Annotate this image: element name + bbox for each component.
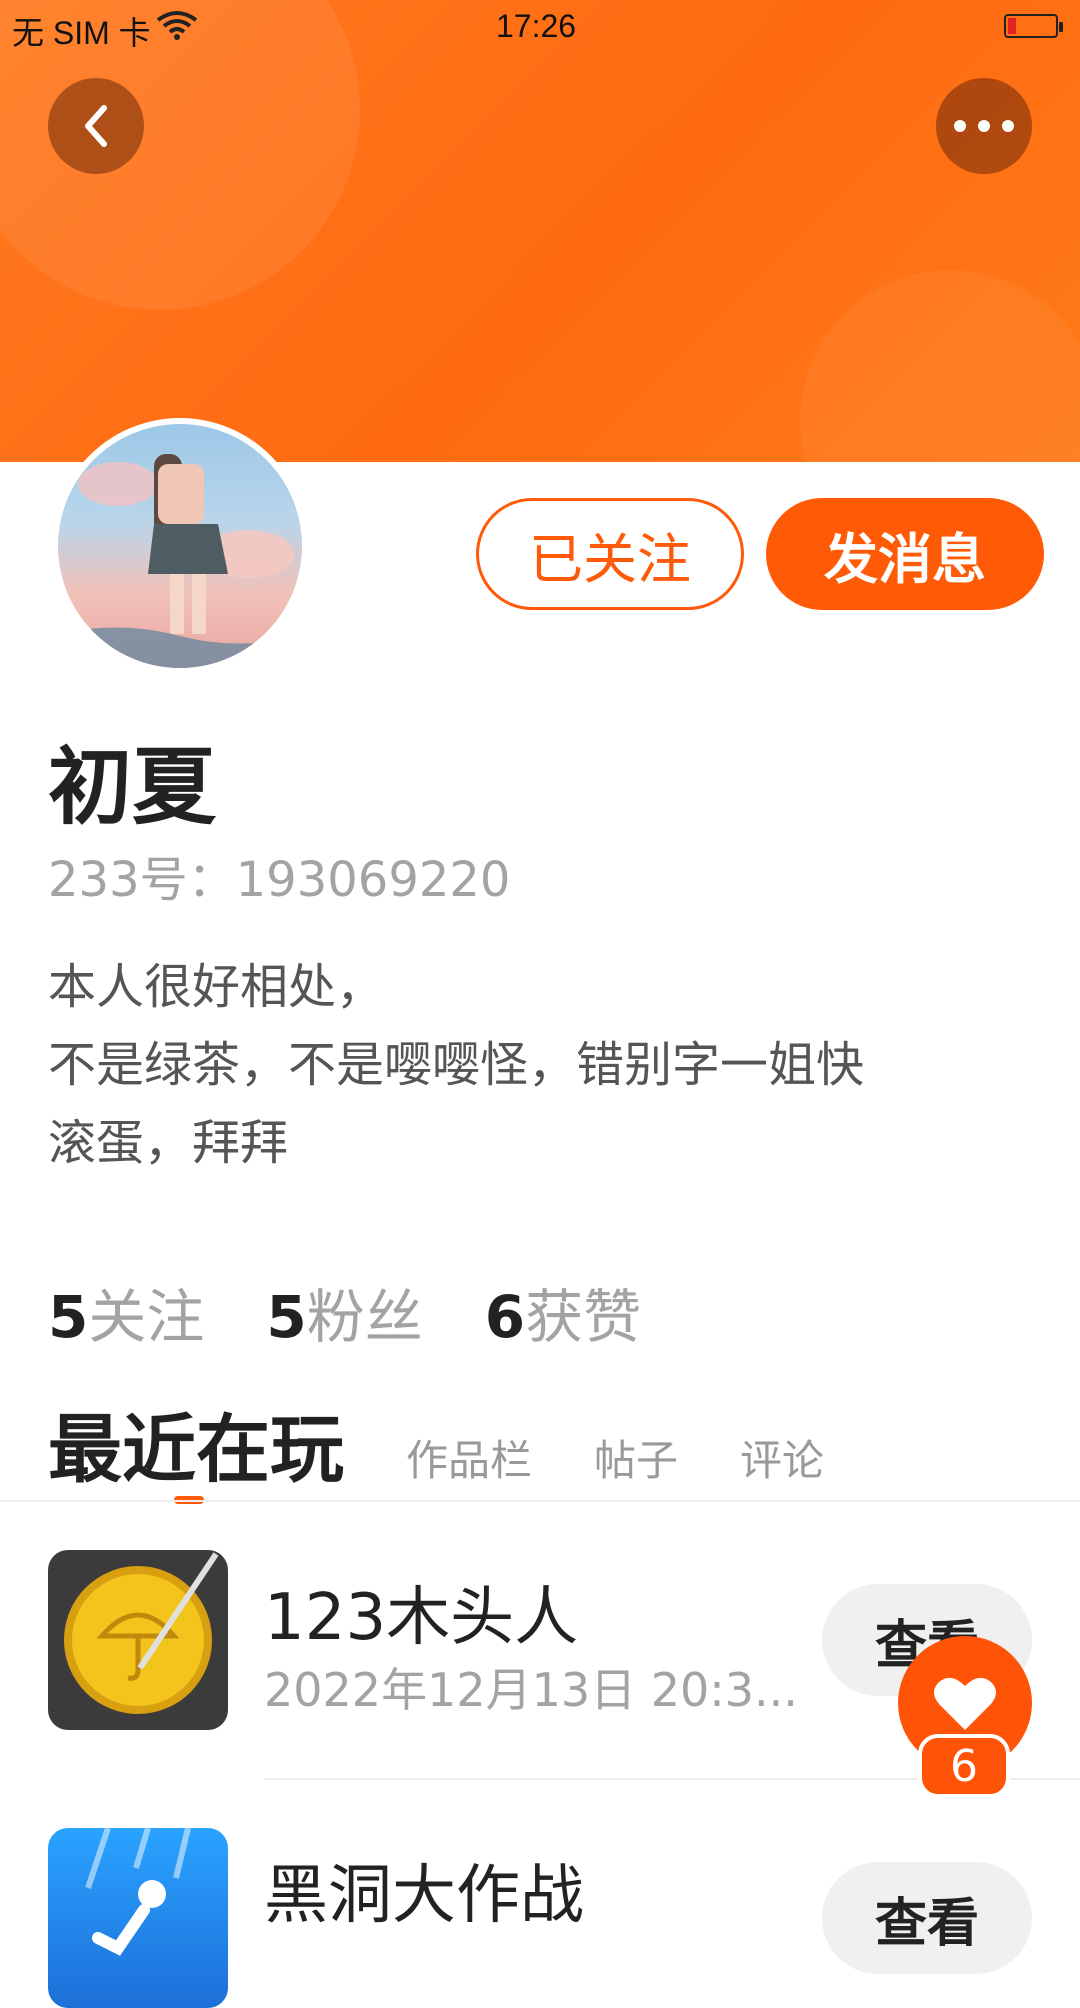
more-horizontal-icon [954,120,1014,132]
heart-icon [934,1677,996,1730]
profile-name: 初夏 [48,738,217,836]
game-icon [48,1550,228,1730]
avatar-image [58,424,302,668]
tab-works[interactable]: 作品栏 [406,1427,532,1488]
game-title: 123木头人 [264,1581,579,1655]
tab-posts[interactable]: 帖子 [594,1427,678,1488]
stat-followers[interactable]: 5粉丝 [266,1270,422,1354]
like-count-badge: 6 [918,1734,1010,1798]
profile-bio: 本人很好相处， 不是绿茶，不是嘤嘤怪，错别字一姐快 滚蛋，拜拜 [48,948,1038,1182]
avatar[interactable] [52,418,308,674]
tab-comments[interactable]: 评论 [740,1427,824,1488]
stat-following[interactable]: 5关注 [48,1270,204,1354]
clock: 17:26 [496,8,577,44]
stat-label: 粉丝 [306,1283,423,1351]
profile-stats: 5关注 5粉丝 6获赞 [48,1270,641,1354]
wifi-icon [156,10,198,50]
bio-line: 本人很好相处， [48,959,385,1015]
user-id: 233号：193069220 [48,852,511,908]
view-button[interactable]: 查看 [822,1862,1032,1974]
tabs-divider [0,1500,1080,1502]
chevron-left-icon [85,105,107,147]
battery-icon [1004,14,1063,38]
send-message-button[interactable]: 发消息 [766,498,1044,610]
bio-line: 滚蛋，拜拜 [48,1115,289,1171]
banner-decoration [800,270,1080,462]
status-bar: 无 SIM 卡 17:26 [0,0,1080,56]
stat-number: 5 [266,1283,307,1351]
carrier-label: 无 SIM 卡 [12,15,151,51]
bio-line: 不是绿茶，不是嘤嘤怪，错别字一姐快 [48,1037,865,1093]
more-button[interactable] [936,78,1032,174]
tab-recently-played[interactable]: 最近在玩 [48,1390,344,1504]
profile-tabs: 最近在玩 作品栏 帖子 评论 [48,1390,886,1504]
stat-label: 获赞 [525,1283,642,1351]
tab-label: 最近在玩 [48,1407,344,1493]
stat-likes[interactable]: 6获赞 [485,1270,641,1354]
stat-number: 6 [484,1283,526,1351]
game-date: 2022年12月13日 20:3... [264,1663,798,1717]
stat-label: 关注 [88,1283,205,1351]
game-title: 黑洞大作战 [264,1859,584,1933]
profile-banner [0,0,1080,462]
back-button[interactable] [48,78,144,174]
game-icon [48,1828,228,2008]
followed-button[interactable]: 已关注 [476,498,744,610]
list-item[interactable]: 黑洞大作战 查看 [0,1828,1080,2008]
stat-number: 5 [48,1283,89,1351]
